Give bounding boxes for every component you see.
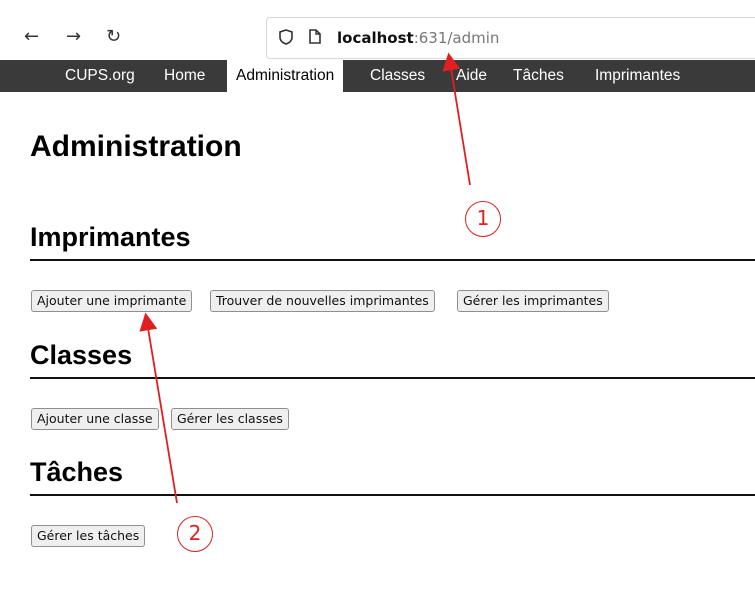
annotation-callout-2: 2	[177, 516, 213, 552]
annotation-arrows	[139, 52, 471, 504]
annotation-callout-1: 1	[465, 201, 501, 237]
arrow-to-add-printer	[139, 312, 178, 504]
arrow-to-url	[442, 52, 471, 186]
